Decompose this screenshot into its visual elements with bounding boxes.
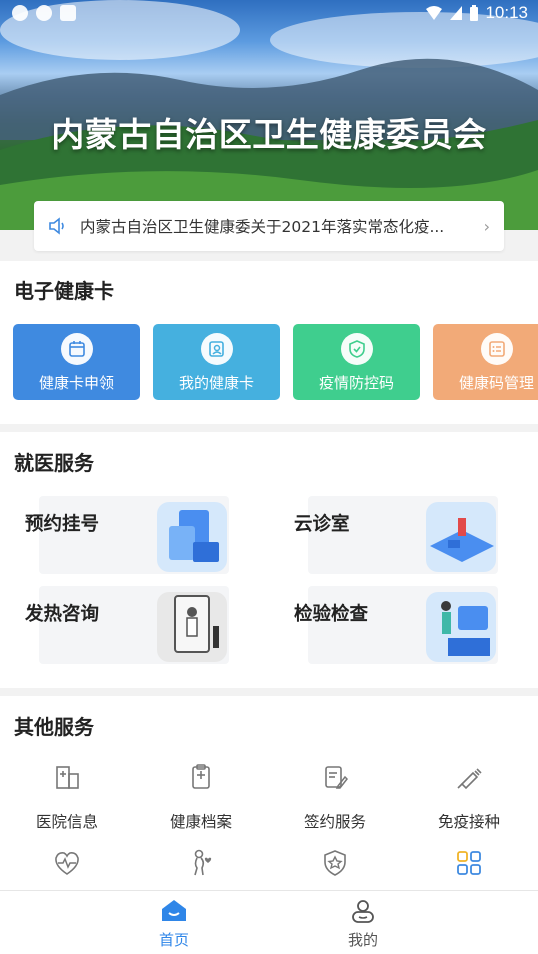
grid-item-health-record[interactable]: 健康档案 (134, 762, 268, 832)
lab-examination[interactable]: 检验检查 (294, 586, 498, 664)
hospital-building-icon (56, 766, 79, 789)
tab-home-label: 首页 (158, 931, 189, 949)
grid-item-more[interactable] (402, 848, 536, 882)
id-card-icon (200, 333, 233, 365)
shield-icon (340, 333, 373, 365)
card-my-health-card[interactable]: 我的健康卡 (153, 324, 280, 400)
other-services-section: 其他服务 医院信息 健康档案 签约服务 免疫接种 (0, 696, 538, 890)
fever-consultation[interactable]: 发热咨询 (25, 586, 229, 664)
medical-services-section: 就医服务 预约挂号 云诊室 发热咨询 检验检查 (0, 432, 538, 688)
signal-icon (450, 6, 463, 20)
tab-mine-label: 我的 (347, 931, 378, 949)
calendar-icon (60, 333, 93, 365)
fever-consultation-illustration (157, 592, 227, 662)
checklist-icon (480, 333, 513, 365)
heartbeat-icon (55, 852, 79, 875)
cloud-clinic-illustration (426, 502, 496, 572)
appointment-illustration (157, 502, 227, 572)
user-icon (352, 900, 374, 923)
battery-icon (470, 4, 479, 21)
other-services-title: 其他服务 (14, 715, 94, 739)
service-label: 预约挂号 (25, 514, 100, 535)
speaker-icon (49, 217, 64, 235)
bottom-tab-bar: 首页 我的 (0, 890, 538, 954)
grid-label: 医院信息 (35, 813, 98, 831)
medical-record-icon (192, 764, 210, 789)
medical-services-title: 就医服务 (14, 451, 94, 475)
a-app-icon (60, 5, 76, 21)
grid-item-contract-service[interactable]: 签约服务 (268, 762, 402, 832)
star-shield-icon (324, 850, 346, 876)
notice-bar[interactable]: 内蒙古自治区卫生健康委关于2021年落实常态化疫... › (34, 201, 504, 251)
grid-item-immunization[interactable]: 免疫接种 (402, 762, 536, 832)
more-grid-icon (457, 851, 481, 875)
service-label: 发热咨询 (25, 604, 100, 625)
grid-item-maternal[interactable] (134, 848, 268, 882)
card-label: 健康码管理 (458, 374, 534, 392)
grid-label: 免疫接种 (437, 813, 500, 831)
service-label: 检验检查 (294, 604, 369, 625)
header-banner: 内蒙古自治区卫生健康委员会 (0, 0, 538, 230)
card-label: 健康卡申领 (38, 374, 114, 392)
card-health-code-manage[interactable]: 健康码管理 (433, 324, 538, 400)
grid-item-heartbeat[interactable] (0, 848, 134, 882)
syringe-icon (457, 768, 482, 790)
appointment-registration[interactable]: 预约挂号 (25, 496, 229, 574)
cloud-clinic[interactable]: 云诊室 (294, 496, 498, 574)
card-label: 疫情防控码 (318, 374, 394, 392)
app-notification-icon (12, 5, 28, 21)
maternal-icon (194, 849, 212, 876)
grid-item-hospital-info[interactable]: 医院信息 (0, 762, 134, 832)
service-label: 云诊室 (294, 514, 350, 535)
infinity-app-icon (36, 5, 52, 21)
lab-examination-illustration (426, 592, 496, 662)
card-label: 我的健康卡 (178, 374, 254, 392)
chevron-right-icon: › (483, 216, 490, 236)
tab-home[interactable]: 首页 (144, 899, 204, 950)
home-icon (162, 900, 186, 921)
contract-edit-icon (325, 766, 348, 789)
card-apply-health-card[interactable]: 健康卡申领 (13, 324, 140, 400)
health-card-title: 电子健康卡 (14, 279, 114, 303)
health-card-section: 电子健康卡 健康卡申领 我的健康卡 疫情防控码 健康码管理 (0, 261, 538, 424)
banner-title: 内蒙古自治区卫生健康委员会 (51, 115, 487, 154)
wifi-icon (426, 6, 443, 20)
clock: 10:13 (485, 3, 528, 22)
card-epidemic-code[interactable]: 疫情防控码 (293, 324, 420, 400)
grid-label: 签约服务 (303, 813, 366, 831)
notice-text: 内蒙古自治区卫生健康委关于2021年落实常态化疫... (80, 218, 445, 236)
grid-item-star-shield[interactable] (268, 848, 402, 882)
status-bar: 10:13 (0, 0, 538, 28)
tab-mine[interactable]: 我的 (333, 899, 393, 950)
grid-label: 健康档案 (169, 813, 232, 831)
